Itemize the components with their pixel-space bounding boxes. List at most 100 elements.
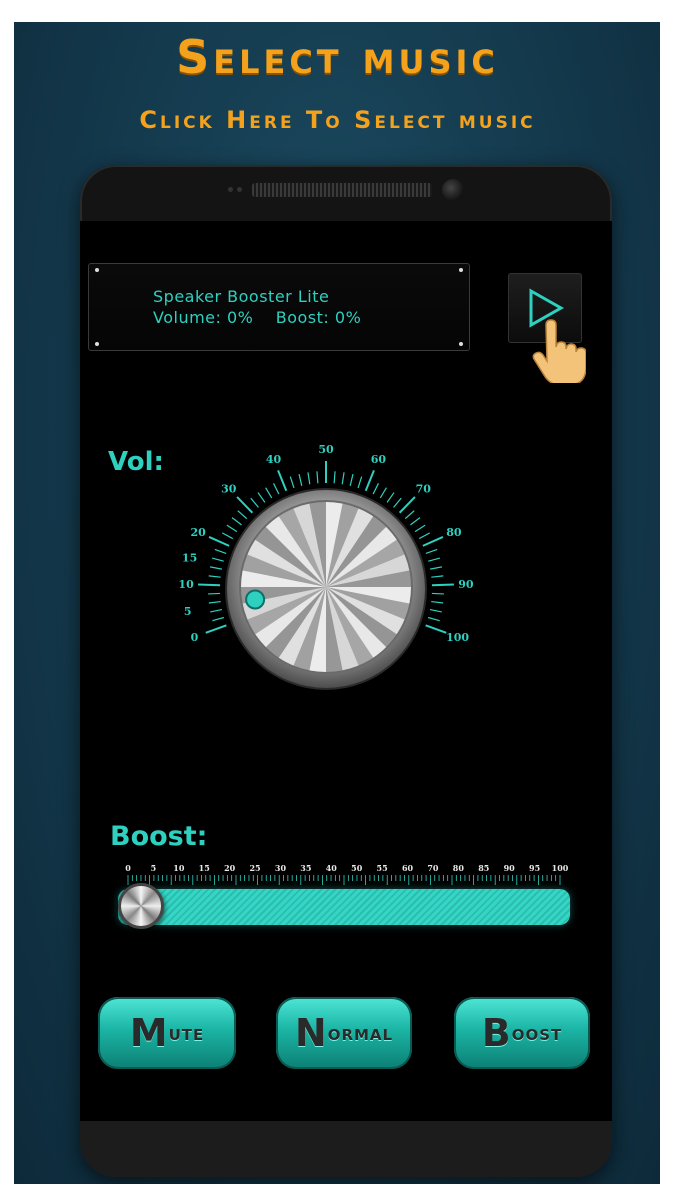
boost-tick-label: 10 [173, 863, 185, 873]
volume-tick [208, 592, 221, 595]
front-camera [442, 179, 464, 201]
volume-tick-label: 0 [191, 631, 199, 644]
volume-tick [349, 473, 354, 486]
volume-tick-label: 60 [371, 453, 387, 466]
sensor-dots [228, 187, 242, 193]
boost-slider-thumb[interactable] [118, 883, 164, 929]
volume-tick [307, 472, 311, 485]
volume-tick [210, 609, 223, 613]
screw [95, 342, 99, 346]
volume-tick [272, 483, 280, 495]
volume-tick [357, 476, 363, 489]
volume-tick-label: 50 [318, 443, 334, 456]
volume-tick [341, 472, 345, 485]
volume-tick-label: 10 [178, 578, 194, 591]
volume-tick-label: 90 [458, 578, 474, 591]
status-line: Volume: 0% Boost: 0% [153, 307, 469, 328]
volume-tick [205, 624, 227, 634]
bottom-bezel [80, 1121, 612, 1177]
boost-tick-label: 5 [151, 863, 157, 873]
boost-tick-label: 35 [300, 863, 311, 873]
volume-tick [431, 600, 444, 604]
boost-tick-label: 20 [224, 863, 236, 873]
volume-tick [379, 487, 387, 499]
volume-tick [209, 566, 222, 570]
speaker-grill [252, 183, 432, 197]
volume-tick [211, 557, 224, 562]
volume-tick [212, 616, 225, 622]
boost-tick-label: 100 [552, 863, 569, 873]
lcd-display: Speaker Booster Lite Volume: 0% Boost: 0… [88, 263, 470, 351]
volume-tick-label: 70 [416, 482, 432, 495]
volume-tick [208, 575, 221, 578]
page-title: Select music [176, 30, 499, 84]
volume-tick [414, 524, 426, 533]
volume-tick [427, 616, 440, 622]
volume-tick [425, 548, 438, 555]
boost-tick-label: 0 [125, 863, 131, 873]
volume-tick [208, 536, 230, 547]
boost-button-initial: B [481, 1011, 512, 1055]
volume-tick [236, 496, 254, 514]
boost-tick-label: 50 [351, 863, 363, 873]
mute-button-initial: M [129, 1011, 169, 1055]
volume-tick [425, 624, 447, 634]
boost-label: Boost: [110, 821, 208, 852]
boost-tick-label: 90 [504, 863, 516, 873]
hand-pointer-icon [532, 319, 586, 383]
volume-tick [431, 583, 454, 587]
volume-tick [364, 469, 375, 492]
app-screen: Speaker Booster Lite Volume: 0% Boost: 0… [80, 221, 612, 1121]
volume-tick-label: 40 [266, 453, 282, 466]
screw [95, 268, 99, 272]
boost-scale: 0 5 10 15 20 25 30 35 40 50 55 60 70 80 85 90 95 100 [125, 863, 569, 885]
knob-indicator-dot [245, 589, 266, 610]
boost-tick-label: 30 [275, 863, 287, 873]
volume-tick [404, 510, 415, 520]
phone-frame: Speaker Booster Lite Volume: 0% Boost: 0… [80, 165, 612, 1177]
volume-tick [214, 548, 227, 555]
normal-button[interactable]: Normal [276, 997, 412, 1069]
volume-tick [231, 517, 242, 526]
volume-status-label: Volume: [153, 308, 222, 327]
volume-tick [221, 532, 234, 540]
volume-tick [429, 609, 442, 613]
volume-tick [431, 575, 444, 578]
volume-status-value: 0% [227, 308, 254, 327]
boost-button-label: oost [511, 1020, 563, 1046]
volume-tick [250, 497, 259, 508]
mute-button[interactable]: Mute [98, 997, 236, 1069]
select-music-link[interactable]: Click Here To Select music [0, 106, 675, 134]
volume-tick [430, 566, 443, 570]
volume-tick [226, 524, 238, 533]
boost-tick-label: 80 [453, 863, 465, 873]
boost-button[interactable]: Boost [454, 997, 590, 1069]
volume-tick [398, 496, 416, 514]
volume-tick [198, 583, 221, 587]
volume-knob[interactable]: 0 5 10 15 20 30 40 50 60 70 80 90 100 [178, 441, 478, 741]
volume-tick-label: 20 [190, 526, 206, 539]
volume-tick-label: 5 [184, 605, 192, 618]
boost-slider-track[interactable] [118, 889, 570, 925]
volume-tick [418, 532, 431, 540]
volume-tick [257, 492, 266, 503]
volume-tick [428, 557, 441, 562]
volume-tick [277, 469, 288, 492]
volume-tick-label: 15 [182, 552, 197, 565]
boost-tick-label: 70 [427, 863, 439, 873]
volume-tick-label: 100 [446, 631, 469, 644]
volume-tick [208, 600, 221, 604]
volume-tick-label: 80 [446, 526, 462, 539]
boost-tick-label: 55 [377, 863, 388, 873]
volume-tick [372, 483, 380, 495]
volume-tick [431, 592, 444, 595]
boost-tick-label: 60 [402, 863, 414, 873]
volume-tick [393, 497, 402, 508]
normal-button-initial: N [294, 1011, 328, 1055]
normal-button-label: ormal [327, 1020, 394, 1046]
mute-button-label: ute [168, 1020, 205, 1046]
volume-tick [237, 510, 248, 520]
boost-tick-label: 15 [199, 863, 210, 873]
boost-tick-label: 40 [326, 863, 338, 873]
volume-tick [289, 476, 295, 489]
